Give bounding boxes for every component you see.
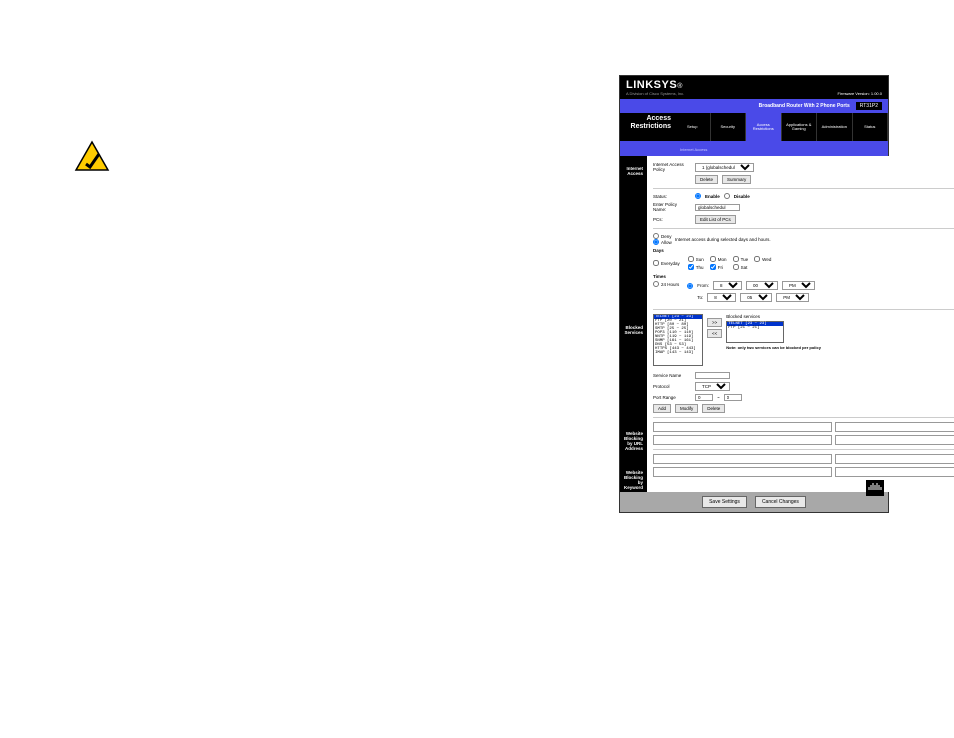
svc-add-button[interactable]: Add [653, 404, 671, 413]
svc-delete-button[interactable]: Delete [702, 404, 725, 413]
side-internet-access: Internet Access [620, 164, 647, 178]
24hours-label: 24 Hours [661, 282, 679, 287]
note-icon [74, 140, 110, 172]
to-label: To: [697, 295, 703, 300]
status-disable-label: Disable [734, 194, 750, 199]
add-service-button[interactable]: >> [707, 318, 722, 327]
status-enable-label: Enable [705, 194, 720, 199]
day-mon-check[interactable] [710, 256, 716, 262]
range-from-input[interactable] [695, 394, 713, 401]
cancel-changes-button[interactable]: Cancel Changes [755, 496, 806, 508]
blocked-list[interactable]: TELNET [23 ~ 23] FTP [21 ~ 21] [726, 321, 784, 343]
status-enable-radio[interactable] [695, 193, 701, 199]
status-disable-radio[interactable] [724, 193, 730, 199]
access-description: Internet access during selected days and… [675, 237, 771, 242]
day-sat-check[interactable] [733, 264, 739, 270]
cisco-logo-icon [866, 480, 884, 496]
range-label: Port Range [653, 395, 691, 400]
subnav-internet-access[interactable]: Internet Access [680, 147, 707, 152]
from-radio[interactable] [687, 283, 693, 289]
brand-name: LINKSYS [626, 79, 677, 91]
day-wed-check[interactable] [754, 256, 760, 262]
svc-modify-button[interactable]: Modify [675, 404, 698, 413]
section-title: Access Restrictions [620, 113, 675, 141]
firmware-version: Firmware Version: 1.00.0 [838, 91, 882, 96]
pcs-label: PCs: [653, 217, 691, 222]
policy-select[interactable]: 1 (globalschedul [695, 163, 754, 172]
url-block-2[interactable] [835, 422, 954, 432]
from-hour[interactable]: 8 [713, 281, 742, 290]
svc-name-label: Service Name [653, 373, 691, 378]
status-label: Status: [653, 194, 691, 199]
24hours-radio[interactable] [653, 281, 659, 287]
nav-tabs: Setup Security Access Restrictions Appli… [675, 113, 888, 141]
tab-status[interactable]: Status [853, 113, 889, 141]
remove-service-button[interactable]: << [707, 329, 722, 338]
proto-select[interactable]: TCP [695, 382, 730, 391]
tab-applications-gaming[interactable]: Applications & Gaming [782, 113, 818, 141]
allow-label: Allow [661, 240, 672, 245]
tab-administration[interactable]: Administration [817, 113, 853, 141]
subnav: Internet Access [620, 141, 888, 156]
deny-label: Deny [661, 234, 672, 239]
delete-button[interactable]: Delete [695, 175, 718, 184]
brand-bar: LINKSYS® A Division of Cisco Systems, In… [620, 76, 888, 99]
model-bar: Broadband Router With 2 Phone Ports RT31… [620, 99, 888, 113]
to-min[interactable]: 05 [740, 293, 772, 302]
keyword-block-3[interactable] [653, 467, 832, 477]
side-keyword-block: Website Blocking by Keyword [620, 468, 647, 492]
main-panel: Internet Access Policy 1 (globalschedul … [647, 156, 954, 492]
allow-radio[interactable] [653, 239, 659, 245]
url-block-3[interactable] [653, 435, 832, 445]
everyday-label: Everyday [661, 261, 680, 266]
policy-name-input[interactable] [695, 204, 740, 211]
tab-security[interactable]: Security [711, 113, 747, 141]
side-url-block: Website Blocking by URL Address [620, 429, 647, 453]
url-block-4[interactable] [835, 435, 954, 445]
day-fri-check[interactable] [710, 264, 716, 270]
model-code: RT31P2 [856, 102, 882, 110]
blocked-heading: Blocked services [726, 314, 954, 319]
day-thu-check[interactable] [688, 264, 694, 270]
from-ampm[interactable]: PM [782, 281, 815, 290]
services-list[interactable]: TELNET [23 ~ 23] FTP [20 ~ 21] HTTP [80 … [653, 314, 703, 366]
router-admin-window: LINKSYS® A Division of Cisco Systems, In… [619, 75, 889, 513]
tab-setup[interactable]: Setup [675, 113, 711, 141]
side-column: Internet Access Blocked Services Website… [620, 156, 647, 492]
model-description: Broadband Router With 2 Phone Ports [759, 103, 850, 109]
day-sun-check[interactable] [688, 256, 694, 262]
from-label: From: [697, 283, 709, 288]
proto-label: Protocol [653, 384, 691, 389]
to-ampm[interactable]: PM [776, 293, 809, 302]
side-blocked-services: Blocked Services [620, 323, 647, 337]
edit-pcs-button[interactable]: Edit List of PCs [695, 215, 736, 224]
policy-label: Internet Access Policy [653, 162, 691, 172]
policy-name-label: Enter Policy Name: [653, 202, 691, 212]
tab-access-restrictions[interactable]: Access Restrictions [746, 113, 782, 141]
save-settings-button[interactable]: Save Settings [702, 496, 747, 508]
nav-row: Access Restrictions Setup Security Acces… [620, 113, 888, 141]
brand-subtitle: A Division of Cisco Systems, Inc. [626, 91, 684, 96]
day-tue-check[interactable] [733, 256, 739, 262]
summary-button[interactable]: Summary [722, 175, 751, 184]
keyword-block-2[interactable] [835, 454, 954, 464]
times-heading: Times [653, 274, 954, 279]
url-block-1[interactable] [653, 422, 832, 432]
days-heading: Days [653, 248, 954, 253]
keyword-block-4[interactable] [835, 467, 954, 477]
range-to-input[interactable] [724, 394, 742, 401]
footer-bar: Save Settings Cancel Changes [620, 492, 888, 512]
everyday-check[interactable] [653, 260, 659, 266]
keyword-block-1[interactable] [653, 454, 832, 464]
from-min[interactable]: 00 [746, 281, 778, 290]
svc-name-input[interactable] [695, 372, 730, 379]
to-hour[interactable]: 8 [707, 293, 736, 302]
blocked-note: Note: only two services can be blocked p… [726, 346, 954, 350]
